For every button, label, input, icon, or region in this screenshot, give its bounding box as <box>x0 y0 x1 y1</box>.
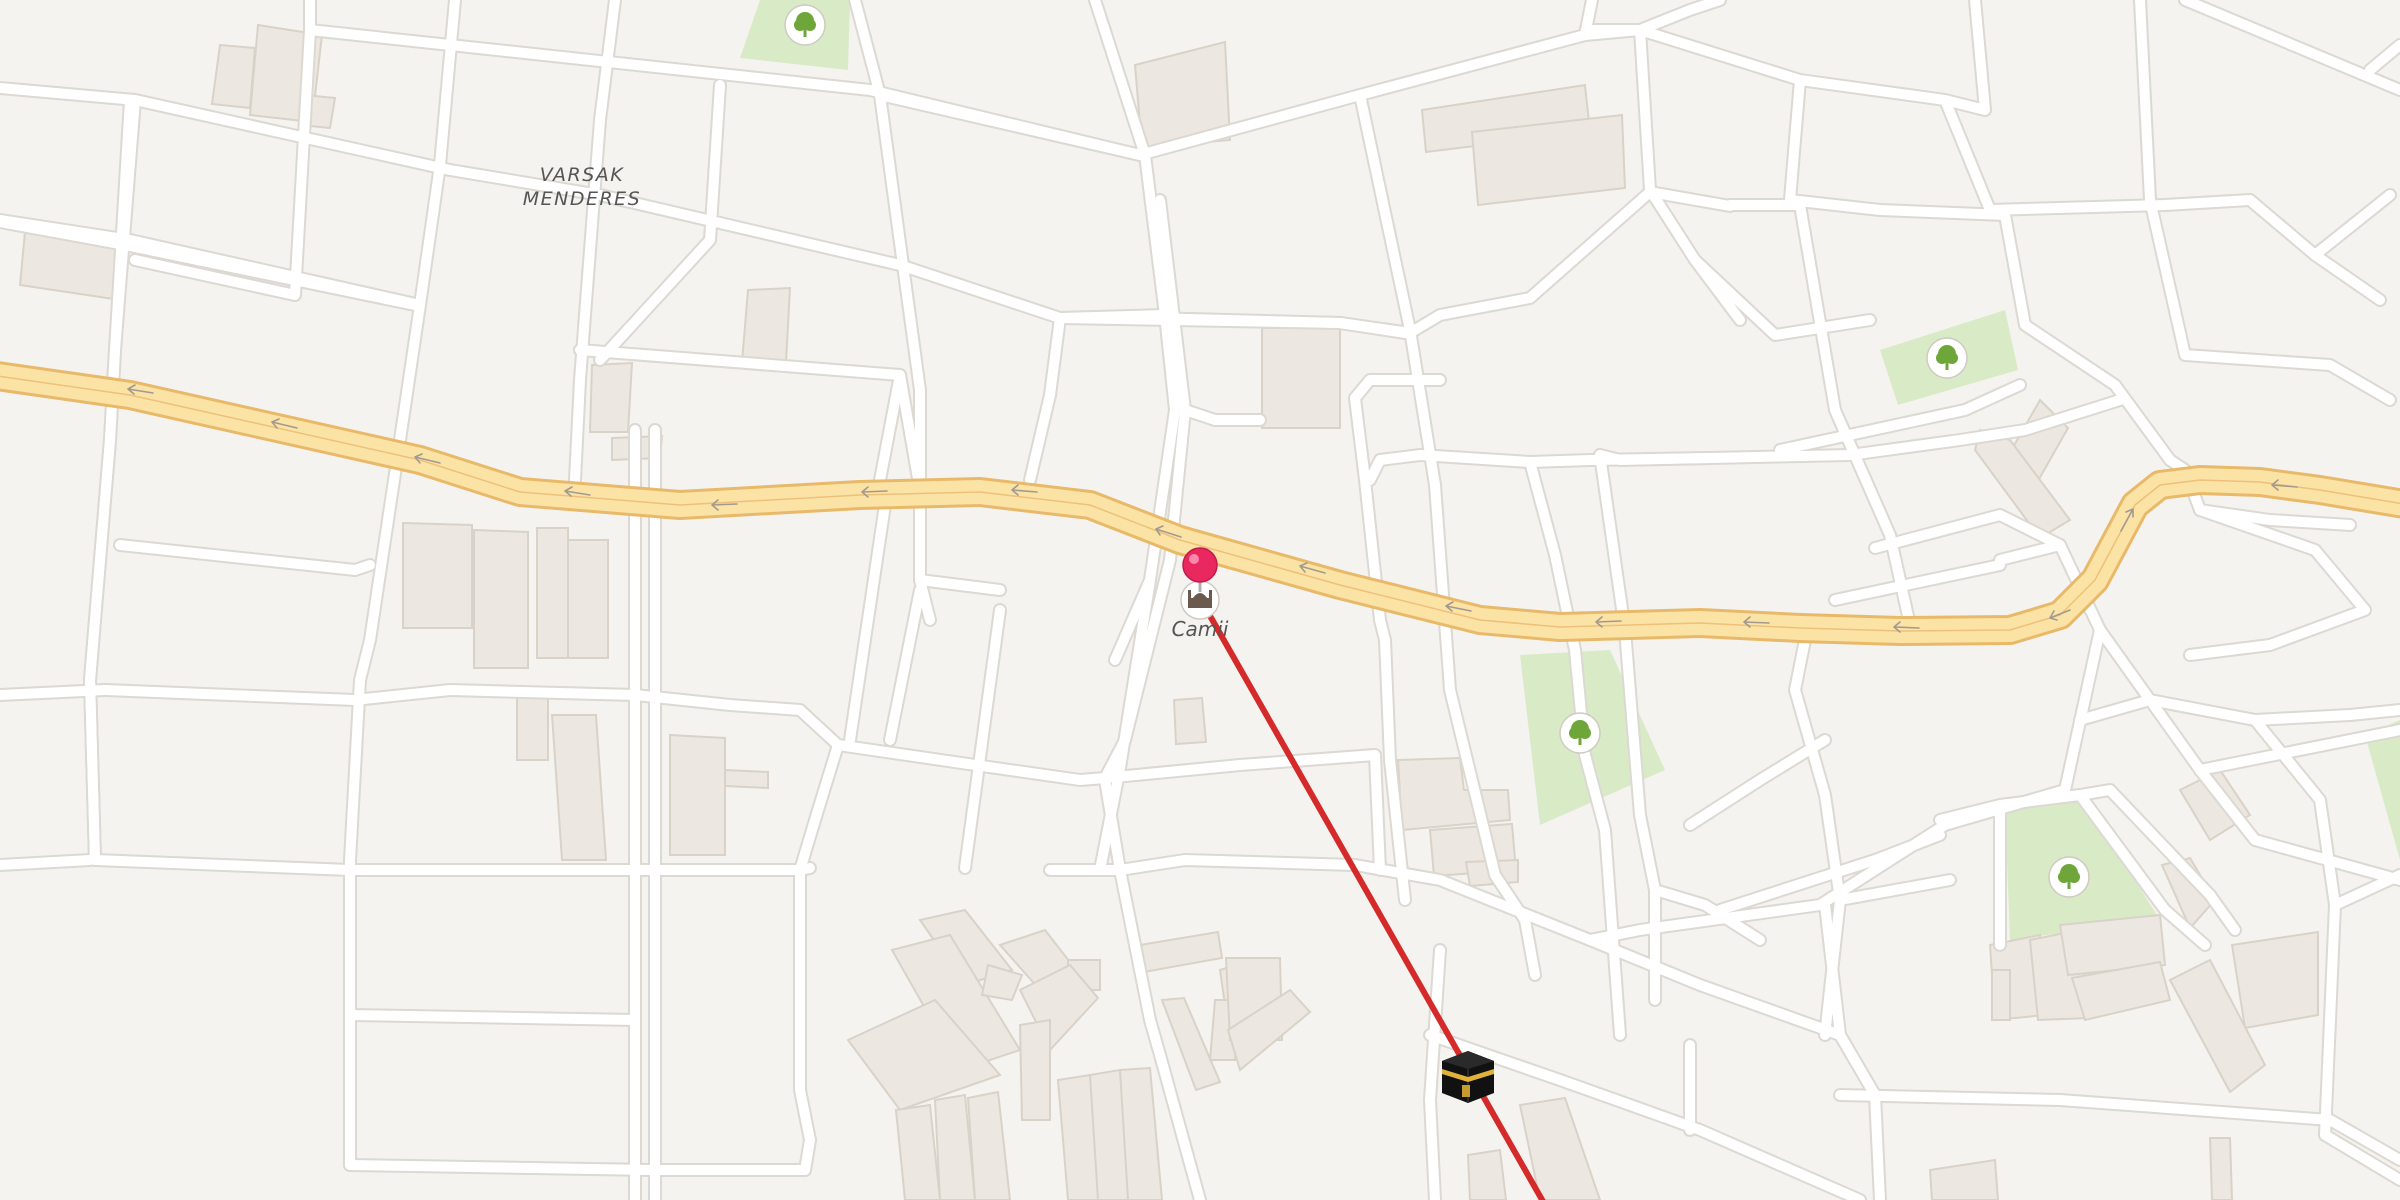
tree-icon[interactable] <box>784 4 826 46</box>
tree-icon[interactable] <box>1559 712 1601 754</box>
tree-icon[interactable] <box>1926 337 1968 379</box>
kaaba-icon[interactable] <box>1442 1051 1494 1103</box>
tree-icon[interactable] <box>2048 856 2090 898</box>
neighborhood-label-line2: MENDERES <box>523 188 642 210</box>
neighborhood-label-line1: VARSAK <box>540 164 624 186</box>
pin-icon[interactable] <box>1182 547 1218 583</box>
poi-label: Camii <box>1172 617 1229 641</box>
map-canvas[interactable]: VARSAK MENDERES Camii <box>0 0 2400 1200</box>
